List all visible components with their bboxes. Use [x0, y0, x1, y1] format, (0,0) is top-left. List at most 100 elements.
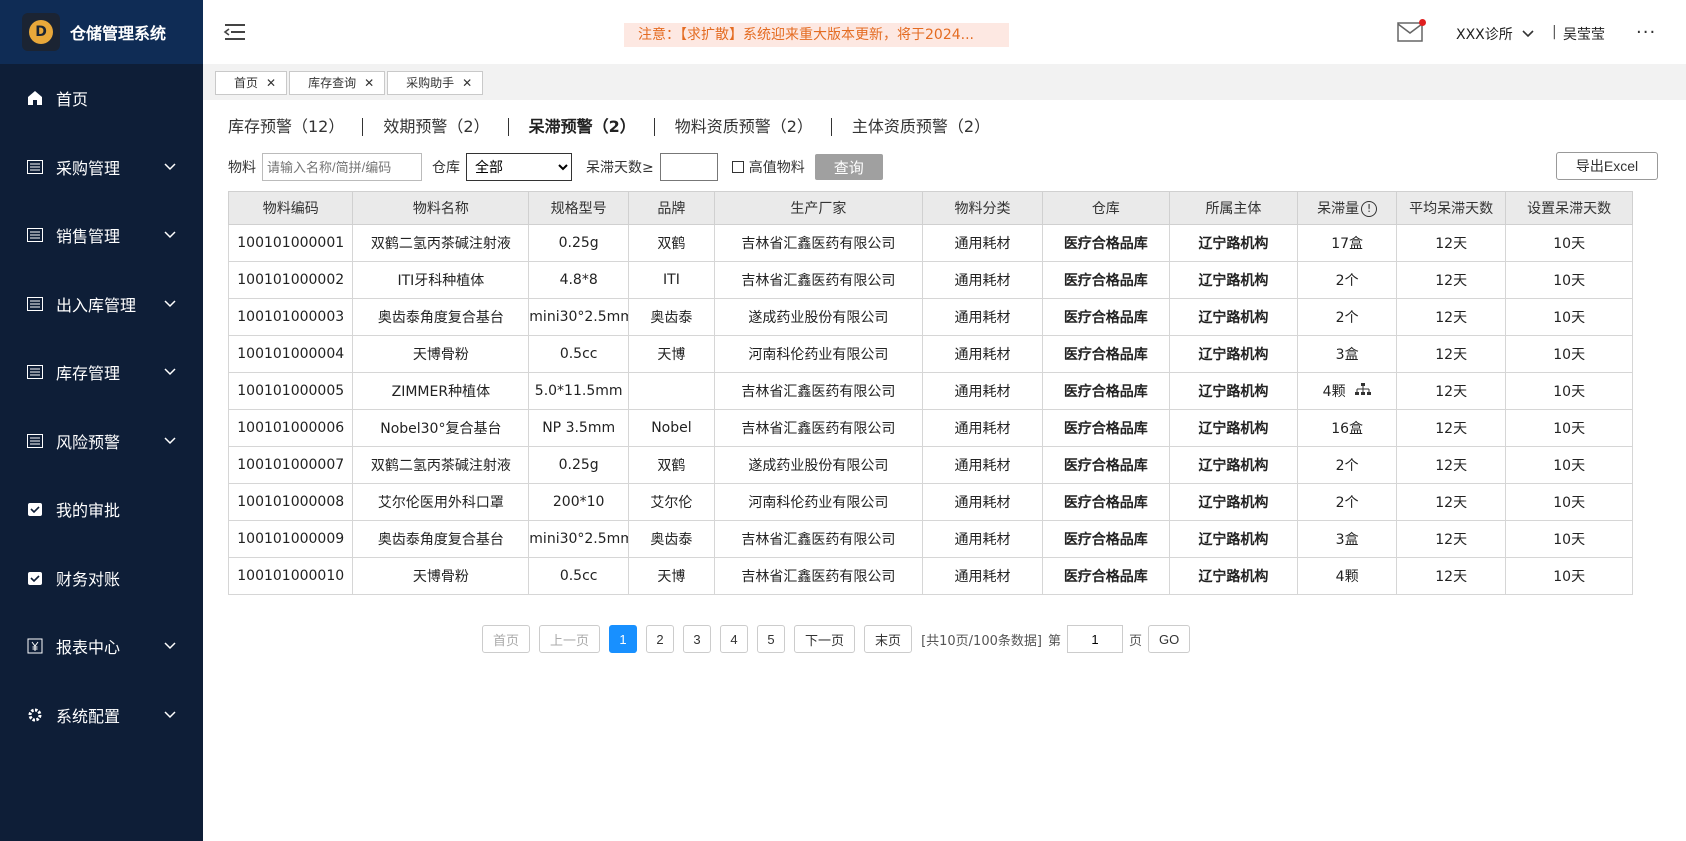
checkbox-box[interactable] — [731, 161, 744, 173]
sidebar-item-label: 出入库管理 — [56, 295, 137, 315]
cell-value: 100101000007 — [237, 457, 345, 473]
table-row[interactable]: 100101000009 奥齿泰角度复合基台 mini30°2.5mm 奥齿泰 吉林省汇… — [227, 520, 1633, 558]
sidebar-item-5[interactable]: 风险预警 — [0, 407, 203, 476]
table-cell: 河南科伦药业有限公司 — [713, 483, 923, 521]
table-row[interactable]: 100101000004 天博骨粉 0.5cc 天博 河南科伦药业有限公司 通用耗材 医疗合… — [227, 335, 1633, 373]
cell-value: 辽宁路机构 — [1198, 347, 1269, 363]
cell-value: NP 3.5mm — [542, 420, 616, 436]
table-cell: 通用耗材 — [921, 446, 1044, 484]
close-icon[interactable]: ✕ — [364, 72, 374, 94]
table-cell: 12天 — [1395, 261, 1507, 299]
table-cell: 辽宁路机构 — [1168, 372, 1299, 410]
table-cell: 10天 — [1505, 298, 1633, 336]
sidebar-item-6[interactable]: 我的审批 — [0, 475, 203, 544]
page-number-button[interactable]: 3 — [683, 625, 712, 653]
page-number-button[interactable]: 2 — [646, 625, 675, 653]
days-label: 呆滞天数≥ — [586, 160, 654, 176]
table-row[interactable]: 100101000010 天博骨粉 0.5cc 天博 吉林省汇鑫医药有限公司 通用耗材 医疗… — [227, 557, 1633, 595]
sidebar-item-7[interactable]: 财务对账 — [0, 544, 203, 613]
export-excel-button[interactable]: 导出Excel — [1556, 152, 1658, 180]
table-cell: 3盒 — [1297, 520, 1397, 558]
table-cell: 100101000002 — [227, 261, 354, 299]
info-icon[interactable]: ! — [1361, 201, 1378, 217]
notice-banner[interactable]: 注意：【求扩散】系统迎来重大版本更新，将于2024... — [624, 23, 1009, 47]
warehouse-select[interactable]: 全部 — [466, 153, 572, 181]
goto-page-input[interactable] — [1066, 625, 1123, 653]
table-row[interactable]: 100101000001 双鹤二氢丙茶碱注射液 0.25g 双鹤 吉林省汇鑫医药有限公司… — [227, 224, 1633, 262]
high-value-checkbox[interactable]: 高值物料 — [731, 157, 805, 177]
cell-value: 12天 — [1435, 569, 1468, 585]
cell-value: 吉林省汇鑫医药有限公司 — [741, 384, 896, 400]
warning-tab-2[interactable]: 呆滞预警（2） — [529, 118, 655, 136]
warning-tab-4[interactable]: 主体资质预警（2） — [852, 118, 1008, 136]
query-button[interactable]: 查询 — [814, 154, 883, 180]
sidebar-item-0[interactable]: 首页 — [0, 64, 203, 133]
go-button[interactable]: GO — [1147, 625, 1191, 653]
sidebar-item-2[interactable]: 销售管理 — [0, 201, 203, 270]
cell-value: 医疗合格品库 — [1063, 495, 1148, 511]
cell-value: 吉林省汇鑫医药有限公司 — [741, 532, 896, 548]
warning-tab-0[interactable]: 库存预警（12） — [228, 118, 364, 136]
column-header-label: 规格型号 — [550, 201, 607, 217]
table-row[interactable]: 100101000006 Nobel30°复合基台 NP 3.5mm Nobel 吉林省… — [227, 409, 1633, 447]
close-icon[interactable]: ✕ — [266, 72, 276, 94]
clinic-selector[interactable]: XXX诊所 — [1456, 24, 1535, 44]
first-page-button[interactable]: 首页 — [482, 625, 531, 653]
table-cell: 辽宁路机构 — [1168, 335, 1299, 373]
sidebar-item-label: 我的审批 — [56, 501, 121, 521]
page-tab-1[interactable]: 库存查询 ✕ — [289, 71, 386, 95]
page-number-button[interactable]: 4 — [720, 625, 749, 653]
cell-value: 医疗合格品库 — [1063, 310, 1148, 326]
table-cell: 100101000009 — [227, 520, 354, 558]
material-search-input[interactable] — [262, 153, 422, 181]
page-number-button[interactable]: 5 — [757, 625, 786, 653]
user-name[interactable]: 吴莹莹 — [1563, 24, 1605, 44]
cell-value: 10天 — [1553, 310, 1586, 326]
table-cell: 辽宁路机构 — [1168, 446, 1299, 484]
table-cell: 100101000008 — [227, 483, 354, 521]
column-header-label: 呆滞量 — [1317, 201, 1360, 217]
next-page-button[interactable]: 下一页 — [794, 625, 856, 653]
sidebar-item-1[interactable]: 采购管理 — [0, 133, 203, 202]
cell-value: 吉林省汇鑫医药有限公司 — [741, 569, 896, 585]
table-row[interactable]: 100101000002 ITI牙科种植体 4.8*8 ITI 吉林省汇鑫医药有限公司 通… — [227, 261, 1633, 299]
table-cell: 16盒 — [1297, 409, 1397, 447]
sidebar-item-4[interactable]: 库存管理 — [0, 338, 203, 407]
cell-value: 医疗合格品库 — [1063, 421, 1148, 437]
cell-value: 12天 — [1435, 532, 1468, 548]
cell-value: 通用耗材 — [954, 569, 1011, 585]
more-icon[interactable]: ··· — [1636, 22, 1656, 43]
cell-value: 吉林省汇鑫医药有限公司 — [741, 421, 896, 437]
chevron-down-icon — [164, 368, 176, 376]
sidebar-item-3[interactable]: 出入库管理 — [0, 270, 203, 339]
prev-page-button[interactable]: 上一页 — [539, 625, 601, 653]
page-number-button[interactable]: 1 — [609, 625, 638, 653]
days-input[interactable] — [659, 153, 718, 181]
cell-value: 吉林省汇鑫医药有限公司 — [741, 273, 896, 289]
cell-value: 辽宁路机构 — [1198, 384, 1269, 400]
cell-value: 3盒 — [1335, 532, 1359, 548]
cell-value: 2个 — [1335, 273, 1359, 289]
table-cell: 通用耗材 — [921, 372, 1044, 410]
table-row[interactable]: 100101000005 ZIMMER种植体 5.0*11.5mm 吉林省汇鑫医药有限… — [227, 372, 1633, 410]
sidebar-item-8[interactable]: 报表中心 — [0, 612, 203, 681]
table-cell: 辽宁路机构 — [1168, 409, 1299, 447]
page-tab-2[interactable]: 采购助手 ✕ — [387, 71, 484, 95]
warning-tab-3[interactable]: 物料资质预警（2） — [675, 118, 832, 136]
cell-value: 10天 — [1553, 384, 1586, 400]
table-row[interactable]: 100101000008 艾尔伦医用外科口罩 200*10 艾尔伦 河南科伦药业有限公司… — [227, 483, 1633, 521]
column-header-label: 平均呆滞天数 — [1409, 201, 1494, 217]
cell-value: 2个 — [1335, 495, 1359, 511]
mail-icon[interactable] — [1397, 19, 1426, 42]
cell-value: 通用耗材 — [954, 384, 1011, 400]
menu-toggle-icon[interactable] — [223, 22, 247, 42]
table-row[interactable]: 100101000003 奥齿泰角度复合基台 mini30°2.5mm 奥齿泰 遂成药业… — [227, 298, 1633, 336]
last-page-button[interactable]: 末页 — [864, 625, 913, 653]
tree-structure-icon[interactable] — [1354, 383, 1372, 401]
sidebar-item-9[interactable]: 系统配置 — [0, 681, 203, 750]
warning-tab-1[interactable]: 效期预警（2） — [383, 118, 509, 136]
table-cell: 吉林省汇鑫医药有限公司 — [713, 372, 923, 410]
table-row[interactable]: 100101000007 双鹤二氢丙茶碱注射液 0.25g 双鹤 遂成药业股份有限公司 通… — [227, 446, 1633, 484]
page-tab-0[interactable]: 首页 ✕ — [215, 71, 288, 95]
close-icon[interactable]: ✕ — [462, 72, 472, 94]
